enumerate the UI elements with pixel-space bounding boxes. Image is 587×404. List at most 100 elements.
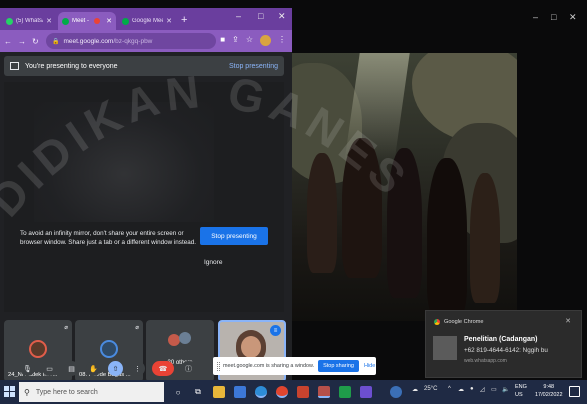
mic-button[interactable]: 🎙 xyxy=(20,361,35,376)
photos-icon[interactable] xyxy=(318,386,330,398)
tab-google-meet[interactable]: Google Meet ✕ xyxy=(118,12,176,30)
toast-body: +62 819-4644-6142: Nggih bu xyxy=(464,347,548,354)
back-icon[interactable]: ← xyxy=(4,37,12,46)
cortana-icon[interactable]: ○ xyxy=(172,386,184,398)
avatar xyxy=(100,340,118,358)
taskbar-search[interactable]: ⚲ Type here to search xyxy=(19,382,164,402)
maximize-button[interactable]: □ xyxy=(258,11,263,21)
meet-icon xyxy=(62,17,69,25)
profile-avatar[interactable] xyxy=(260,35,271,46)
toolbar: ← → ↻ 🔒 meet.google.com /bz-qkgq-pbw ■ ⇪… xyxy=(0,30,292,52)
url-path: /bz-qkgq-pbw xyxy=(113,37,153,45)
clock-date: 17/02/2022 xyxy=(535,392,563,398)
present-button[interactable]: ⇧ xyxy=(108,361,123,376)
mail-icon[interactable] xyxy=(234,386,246,398)
ignore-button[interactable]: Ignore xyxy=(204,259,222,266)
recording-icon xyxy=(94,18,101,24)
notification-toast[interactable]: Google Chrome ✕ Penelitian (Cadangan) +6… xyxy=(425,310,582,378)
raise-hand-button[interactable]: ✋ xyxy=(86,361,101,376)
leave-call-button[interactable]: ☎ xyxy=(152,361,174,376)
mic-off-icon: ⌀ xyxy=(135,325,139,331)
sharing-notification-bar: meet.google.com is sharing a window. Sto… xyxy=(213,357,376,375)
onedrive-icon[interactable]: ☁ xyxy=(458,386,464,393)
chrome-taskbar-icon[interactable] xyxy=(276,386,288,398)
camera-button[interactable]: ▭ xyxy=(42,361,57,376)
hide-button[interactable]: Hide xyxy=(364,363,375,369)
camera-icon: ▭ xyxy=(46,365,53,373)
new-tab-button[interactable]: + xyxy=(181,14,187,26)
powerpoint-icon[interactable] xyxy=(297,386,309,398)
toast-close-button[interactable]: ✕ xyxy=(565,317,571,325)
task-view-icon[interactable]: ⧉ xyxy=(192,386,204,398)
hand-icon: ✋ xyxy=(89,365,98,373)
close-window-button[interactable]: ✕ xyxy=(278,11,286,22)
windows-start-icon[interactable] xyxy=(4,386,15,397)
desktop-minimize-button[interactable]: – xyxy=(533,12,538,22)
present-icon xyxy=(10,62,19,70)
meeting-info-button[interactable]: ⓘ xyxy=(181,361,196,376)
app-icon[interactable] xyxy=(360,386,372,398)
file-explorer-icon[interactable] xyxy=(213,386,225,398)
minimize-button[interactable]: – xyxy=(236,11,241,21)
mic-icon: 🎙 xyxy=(23,365,32,373)
star-icon[interactable]: ☆ xyxy=(246,35,253,46)
language-indicator[interactable]: ENG US xyxy=(515,383,527,399)
stop-presenting-button[interactable]: Stop presenting xyxy=(200,227,268,245)
share-icon[interactable]: ⇪ xyxy=(232,35,239,46)
toast-app: Google Chrome xyxy=(434,319,484,325)
tab-label: Google Meet xyxy=(132,18,164,24)
desktop-close-button[interactable]: ✕ xyxy=(569,12,577,23)
search-icon: ⚲ xyxy=(24,387,30,397)
info-icon: ⓘ xyxy=(185,365,192,373)
temperature[interactable]: 25°C xyxy=(424,386,437,392)
network-icon[interactable]: ◿ xyxy=(480,386,485,393)
drag-handle[interactable] xyxy=(217,361,220,371)
more-options-button[interactable]: ⋮ xyxy=(130,361,145,376)
participant-tile[interactable]: ⌀ 24_Ni Kadek Inte... xyxy=(4,320,72,380)
stop-sharing-button[interactable]: Stop sharing xyxy=(318,360,359,372)
tab-label: Meet - xyxy=(72,18,90,24)
edge-icon[interactable] xyxy=(255,386,267,398)
self-video-face xyxy=(241,336,261,358)
volume-icon[interactable]: 🔈 xyxy=(502,386,509,393)
camera-icon[interactable]: ■ xyxy=(220,35,225,46)
close-icon[interactable]: ✕ xyxy=(106,17,112,25)
toolbar-actions: ■ ⇪ ☆ ⋮ xyxy=(220,35,286,46)
weather-icon[interactable]: ☁ xyxy=(412,386,418,393)
more-icon: ⋮ xyxy=(134,365,141,373)
menu-icon[interactable]: ⋮ xyxy=(278,35,286,46)
presenting-banner: You're presenting to everyone Stop prese… xyxy=(4,56,284,76)
present-icon: ⇧ xyxy=(112,365,119,373)
clock[interactable]: 9:48 17/02/2022 xyxy=(535,383,563,399)
desktop-maximize-button[interactable]: □ xyxy=(551,12,556,22)
presented-photo xyxy=(292,53,517,321)
toast-title: Penelitian (Cadangan) xyxy=(464,336,538,343)
reload-icon[interactable]: ↻ xyxy=(32,37,39,46)
chrome-profile-icon[interactable] xyxy=(390,386,402,398)
chrome-window: (5) WhatsApp ✕ Meet - ✕ Google Meet ✕ + … xyxy=(0,8,292,380)
excel-icon[interactable] xyxy=(339,386,351,398)
mic-off-icon: ⌀ xyxy=(64,325,68,331)
tab-meet-active[interactable]: Meet - ✕ xyxy=(58,12,116,30)
close-icon[interactable]: ✕ xyxy=(46,17,52,25)
forward-icon[interactable]: → xyxy=(18,37,26,46)
url-host: meet.google.com xyxy=(63,37,114,45)
tab-label: (5) WhatsApp xyxy=(16,18,43,24)
address-bar[interactable]: 🔒 meet.google.com /bz-qkgq-pbw xyxy=(46,33,216,49)
infinity-mirror-preview xyxy=(4,82,284,312)
group-avatar-icon xyxy=(433,336,457,360)
phone-hangup-icon: ☎ xyxy=(158,365,168,373)
speaking-icon: ≡ xyxy=(270,325,281,336)
keyboard-layout: US xyxy=(515,392,523,398)
whatsapp-icon xyxy=(6,17,13,25)
display-icon[interactable]: ▭ xyxy=(491,386,497,393)
captions-button[interactable]: ▤ xyxy=(64,361,79,376)
close-icon[interactable]: ✕ xyxy=(166,17,172,25)
stop-presenting-link[interactable]: Stop presenting xyxy=(229,63,278,70)
tray-overflow-icon[interactable]: ^ xyxy=(448,386,451,392)
mic-tray-icon[interactable]: ● xyxy=(470,386,474,392)
meet-page: You're presenting to everyone Stop prese… xyxy=(0,52,292,380)
tab-whatsapp[interactable]: (5) WhatsApp ✕ xyxy=(2,12,56,30)
notification-center-icon[interactable] xyxy=(569,386,580,397)
infinity-mirror-warning: To avoid an infinity mirror, don't share… xyxy=(20,230,196,246)
